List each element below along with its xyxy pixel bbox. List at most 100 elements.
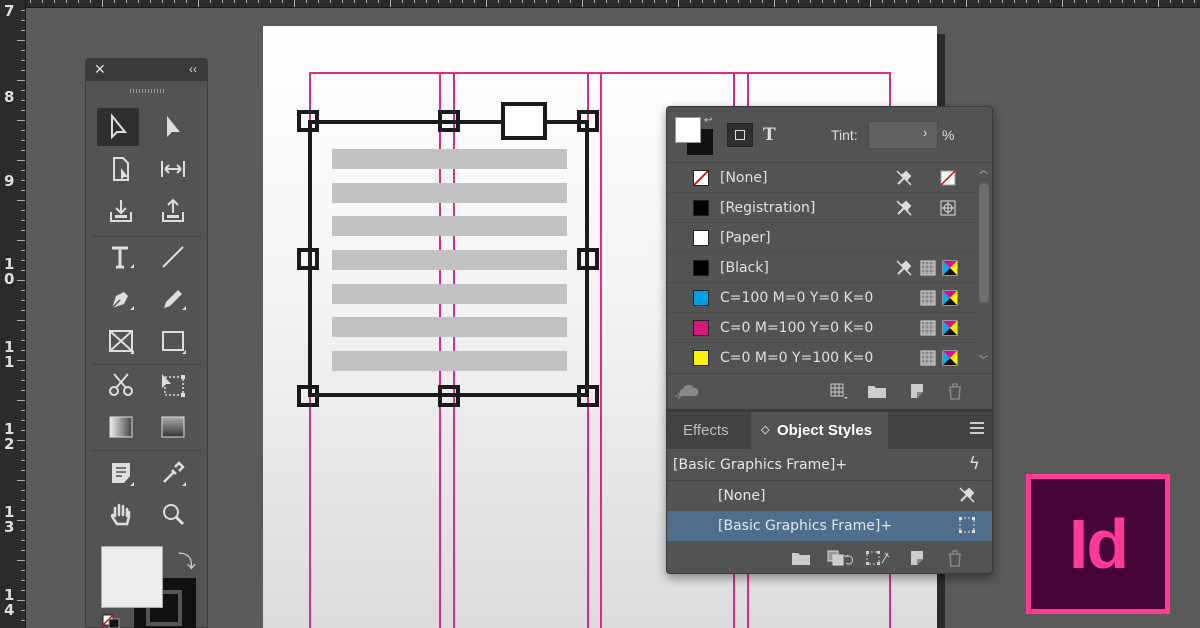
zoom-tool[interactable] <box>152 496 194 534</box>
clear-attributes-icon[interactable] <box>865 549 891 567</box>
horizontal-ruler[interactable] <box>0 0 1200 8</box>
scroll-down-icon[interactable]: ﹀ <box>979 353 988 366</box>
swap-fill-stroke-icon[interactable]: ⤵ <box>178 548 196 574</box>
fill-color-swatch[interactable] <box>101 546 163 608</box>
content-grabber[interactable] <box>501 102 547 140</box>
ruler-tick <box>654 0 655 3</box>
page-tool[interactable] <box>100 150 142 188</box>
note-tool[interactable] <box>100 454 142 492</box>
resize-handle-bottom-left[interactable] <box>297 385 319 407</box>
swatch-row-magenta[interactable]: C=0 M=100 Y=0 K=0 <box>667 313 977 343</box>
ruler-tick <box>270 0 271 3</box>
scissors-tool[interactable] <box>100 366 142 404</box>
drag-grip-icon[interactable] <box>130 89 164 93</box>
ruler-tick <box>21 410 25 411</box>
default-fill-stroke-icon[interactable] <box>102 614 120 628</box>
ruler-tick <box>17 480 25 481</box>
non-editable-icon <box>896 260 912 276</box>
type-tool[interactable] <box>100 238 142 276</box>
column-guide[interactable] <box>600 72 602 628</box>
ruler-tick <box>810 0 811 3</box>
object-style-row-basic-graphics-frame[interactable]: [Basic Graphics Frame]+ <box>667 511 992 541</box>
clear-overrides-icon[interactable] <box>827 549 853 567</box>
close-icon[interactable]: ✕ <box>94 61 106 78</box>
formatting-affects-text-button[interactable]: T <box>763 125 776 145</box>
swatch-chip <box>693 230 709 246</box>
ruler-tick <box>21 390 25 391</box>
swatch-row-black[interactable]: [Black] <box>667 253 977 283</box>
new-color-group-folder-icon[interactable] <box>867 382 887 400</box>
zoom-icon <box>163 504 185 526</box>
ruler-tick <box>54 0 55 3</box>
ruler-tick <box>21 250 25 251</box>
swatch-views-icon[interactable] <box>829 382 849 400</box>
quick-apply-bolt-icon[interactable]: ϟ <box>969 454 980 474</box>
line-tool[interactable] <box>152 238 194 276</box>
ruler-tick <box>21 180 25 181</box>
resize-handle-bottom-right[interactable] <box>577 385 599 407</box>
hand-tool[interactable] <box>100 496 142 534</box>
ruler-tick <box>17 440 25 441</box>
ruler-number: 1 4 <box>4 586 15 619</box>
swatch-row-cyan[interactable]: C=100 M=0 Y=0 K=0 <box>667 283 977 313</box>
tools-divider <box>91 236 201 237</box>
content-placer-icon <box>162 198 184 222</box>
ruler-tick <box>1014 0 1015 3</box>
swatch-row-paper[interactable]: [Paper] <box>667 223 977 253</box>
ruler-tick <box>726 0 727 3</box>
ruler-tick <box>21 150 25 151</box>
content-placer-tool[interactable] <box>152 192 194 230</box>
resize-handle-top-left[interactable] <box>297 110 319 132</box>
resize-handle-bottom-center[interactable] <box>438 385 460 407</box>
tab-object-styles[interactable]: ◇ Object Styles <box>751 412 889 449</box>
tint-input[interactable] <box>868 121 938 149</box>
tint-slider-arrow-icon[interactable]: › <box>923 125 927 140</box>
resize-handle-middle-left[interactable] <box>297 248 319 270</box>
panel-fill-swatch[interactable] <box>675 117 701 143</box>
swatch-row-yellow[interactable]: C=0 M=0 Y=100 K=0 <box>667 343 977 373</box>
swap-icon[interactable]: ↩ <box>704 115 712 126</box>
resize-handle-middle-right[interactable] <box>577 248 599 270</box>
text-line-placeholder <box>332 149 567 169</box>
new-object-style-icon[interactable] <box>907 549 927 567</box>
trash-icon[interactable] <box>945 382 965 400</box>
scroll-thumb[interactable] <box>979 183 989 303</box>
new-swatch-icon[interactable] <box>907 382 927 400</box>
tools-panel-header[interactable]: ✕ ‹‹ <box>86 59 207 81</box>
tab-effects[interactable]: Effects <box>683 412 729 449</box>
ruler-tick <box>17 560 25 561</box>
eyedropper-tool[interactable] <box>152 454 194 492</box>
gradient-feather-tool[interactable] <box>152 408 194 446</box>
direct-selection-tool[interactable] <box>152 108 194 146</box>
swatch-row-registration[interactable]: [Registration] <box>667 193 977 223</box>
free-transform-tool[interactable] <box>152 366 194 404</box>
cc-libraries-icon[interactable] <box>675 382 699 400</box>
rectangle-frame-tool[interactable] <box>100 322 142 360</box>
trash-icon[interactable] <box>945 549 965 567</box>
collapse-icon[interactable]: ‹‹ <box>189 62 197 76</box>
ruler-tick <box>21 170 25 171</box>
ruler-tick <box>21 420 25 421</box>
scroll-up-icon[interactable]: ︿ <box>979 163 988 176</box>
formatting-affects-container-button[interactable] <box>727 123 753 147</box>
gradient-swatch-tool[interactable] <box>100 408 142 446</box>
swatch-row-none[interactable]: [None] <box>667 163 977 193</box>
new-style-group-folder-icon[interactable] <box>791 549 811 567</box>
ruler-tick <box>138 0 139 3</box>
resize-handle-top-center[interactable] <box>438 110 460 132</box>
resize-handle-top-right[interactable] <box>577 110 599 132</box>
content-collector-tool[interactable] <box>100 192 142 230</box>
rectangle-tool[interactable] <box>152 322 194 360</box>
ruler-tick <box>930 0 931 3</box>
ruler-tick <box>750 0 751 3</box>
ruler-tick <box>378 0 379 3</box>
panel-menu-icon[interactable] <box>970 422 984 434</box>
pen-tool[interactable] <box>100 280 142 318</box>
swatch-name: C=0 M=0 Y=100 K=0 <box>720 350 874 366</box>
ruler-tick <box>21 70 25 71</box>
object-style-row-none[interactable]: [None] <box>667 481 992 511</box>
gap-tool[interactable] <box>152 150 194 188</box>
pencil-tool[interactable] <box>152 280 194 318</box>
selection-tool[interactable] <box>97 108 139 146</box>
vertical-ruler[interactable]: 7 8 9 1 0 1 1 1 2 1 3 1 4 <box>0 0 26 628</box>
